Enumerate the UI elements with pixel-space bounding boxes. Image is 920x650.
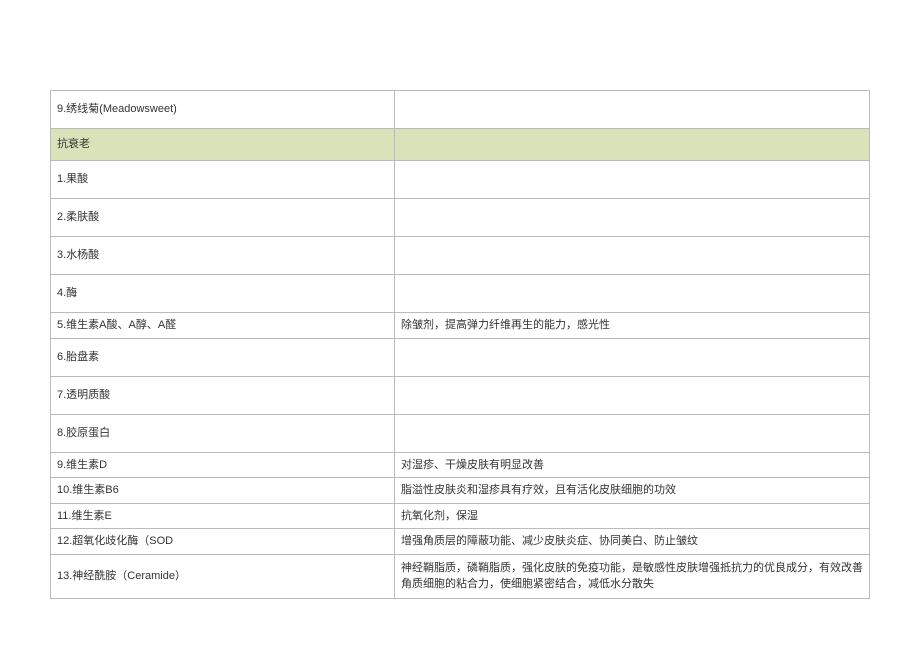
- table-row: 12.超氧化歧化酶（SOD增强角质层的障蔽功能、减少皮肤炎症、协同美白、防止皱纹: [51, 529, 870, 555]
- ingredient-desc-cell: [394, 237, 869, 275]
- table-row: 13.神经酰胺（Ceramide）神经鞘脂质，磷鞘脂质，强化皮肤的免疫功能，是敏…: [51, 554, 870, 598]
- ingredient-name-cell: 13.神经酰胺（Ceramide）: [51, 554, 395, 598]
- ingredient-desc-cell: [394, 376, 869, 414]
- ingredient-desc-cell: [394, 161, 869, 199]
- ingredients-table: 9.绣线菊(Meadowsweet)抗衰老1.果酸2.柔肤酸3.水杨酸4.酶5.…: [50, 90, 870, 599]
- table-row: 10.维生素B6脂溢性皮肤炎和湿疹具有疗效，且有活化皮肤细胞的功效: [51, 478, 870, 504]
- ingredient-name-cell: 抗衰老: [51, 129, 395, 161]
- ingredient-desc-cell: [394, 338, 869, 376]
- ingredient-name-cell: 2.柔肤酸: [51, 199, 395, 237]
- ingredient-desc-cell: [394, 91, 869, 129]
- table-row: 6.胎盘素: [51, 338, 870, 376]
- ingredient-desc-cell: [394, 199, 869, 237]
- ingredient-desc-cell: 脂溢性皮肤炎和湿疹具有疗效，且有活化皮肤细胞的功效: [394, 478, 869, 504]
- ingredient-name-cell: 7.透明质酸: [51, 376, 395, 414]
- ingredient-desc-cell: 对湿疹、干燥皮肤有明显改善: [394, 452, 869, 478]
- ingredient-name-cell: 6.胎盘素: [51, 338, 395, 376]
- ingredient-desc-cell: [394, 414, 869, 452]
- table-row: 8.胶原蛋白: [51, 414, 870, 452]
- table-row: 5.维生素A酸、A醇、A醛除皱剂，提高弹力纤维再生的能力，感光性: [51, 313, 870, 339]
- table-row: 1.果酸: [51, 161, 870, 199]
- ingredient-name-cell: 5.维生素A酸、A醇、A醛: [51, 313, 395, 339]
- ingredient-name-cell: 8.胶原蛋白: [51, 414, 395, 452]
- table-row: 2.柔肤酸: [51, 199, 870, 237]
- ingredient-desc-cell: 除皱剂，提高弹力纤维再生的能力，感光性: [394, 313, 869, 339]
- ingredient-name-cell: 3.水杨酸: [51, 237, 395, 275]
- ingredient-desc-cell: 抗氧化剂，保湿: [394, 503, 869, 529]
- table-row: 抗衰老: [51, 129, 870, 161]
- table-row: 4.酶: [51, 275, 870, 313]
- ingredient-name-cell: 4.酶: [51, 275, 395, 313]
- ingredient-name-cell: 9.维生素D: [51, 452, 395, 478]
- table-row: 11.维生素E抗氧化剂，保湿: [51, 503, 870, 529]
- ingredient-name-cell: 12.超氧化歧化酶（SOD: [51, 529, 395, 555]
- ingredient-desc-cell: [394, 275, 869, 313]
- ingredient-desc-cell: [394, 129, 869, 161]
- table-row: 9.绣线菊(Meadowsweet): [51, 91, 870, 129]
- table-row: 7.透明质酸: [51, 376, 870, 414]
- ingredient-name-cell: 9.绣线菊(Meadowsweet): [51, 91, 395, 129]
- ingredient-desc-cell: 增强角质层的障蔽功能、减少皮肤炎症、协同美白、防止皱纹: [394, 529, 869, 555]
- ingredient-desc-cell: 神经鞘脂质，磷鞘脂质，强化皮肤的免疫功能，是敏感性皮肤增强抵抗力的优良成分，有效…: [394, 554, 869, 598]
- table-row: 9.维生素D对湿疹、干燥皮肤有明显改善: [51, 452, 870, 478]
- table-row: 3.水杨酸: [51, 237, 870, 275]
- ingredient-name-cell: 11.维生素E: [51, 503, 395, 529]
- ingredient-name-cell: 10.维生素B6: [51, 478, 395, 504]
- ingredient-name-cell: 1.果酸: [51, 161, 395, 199]
